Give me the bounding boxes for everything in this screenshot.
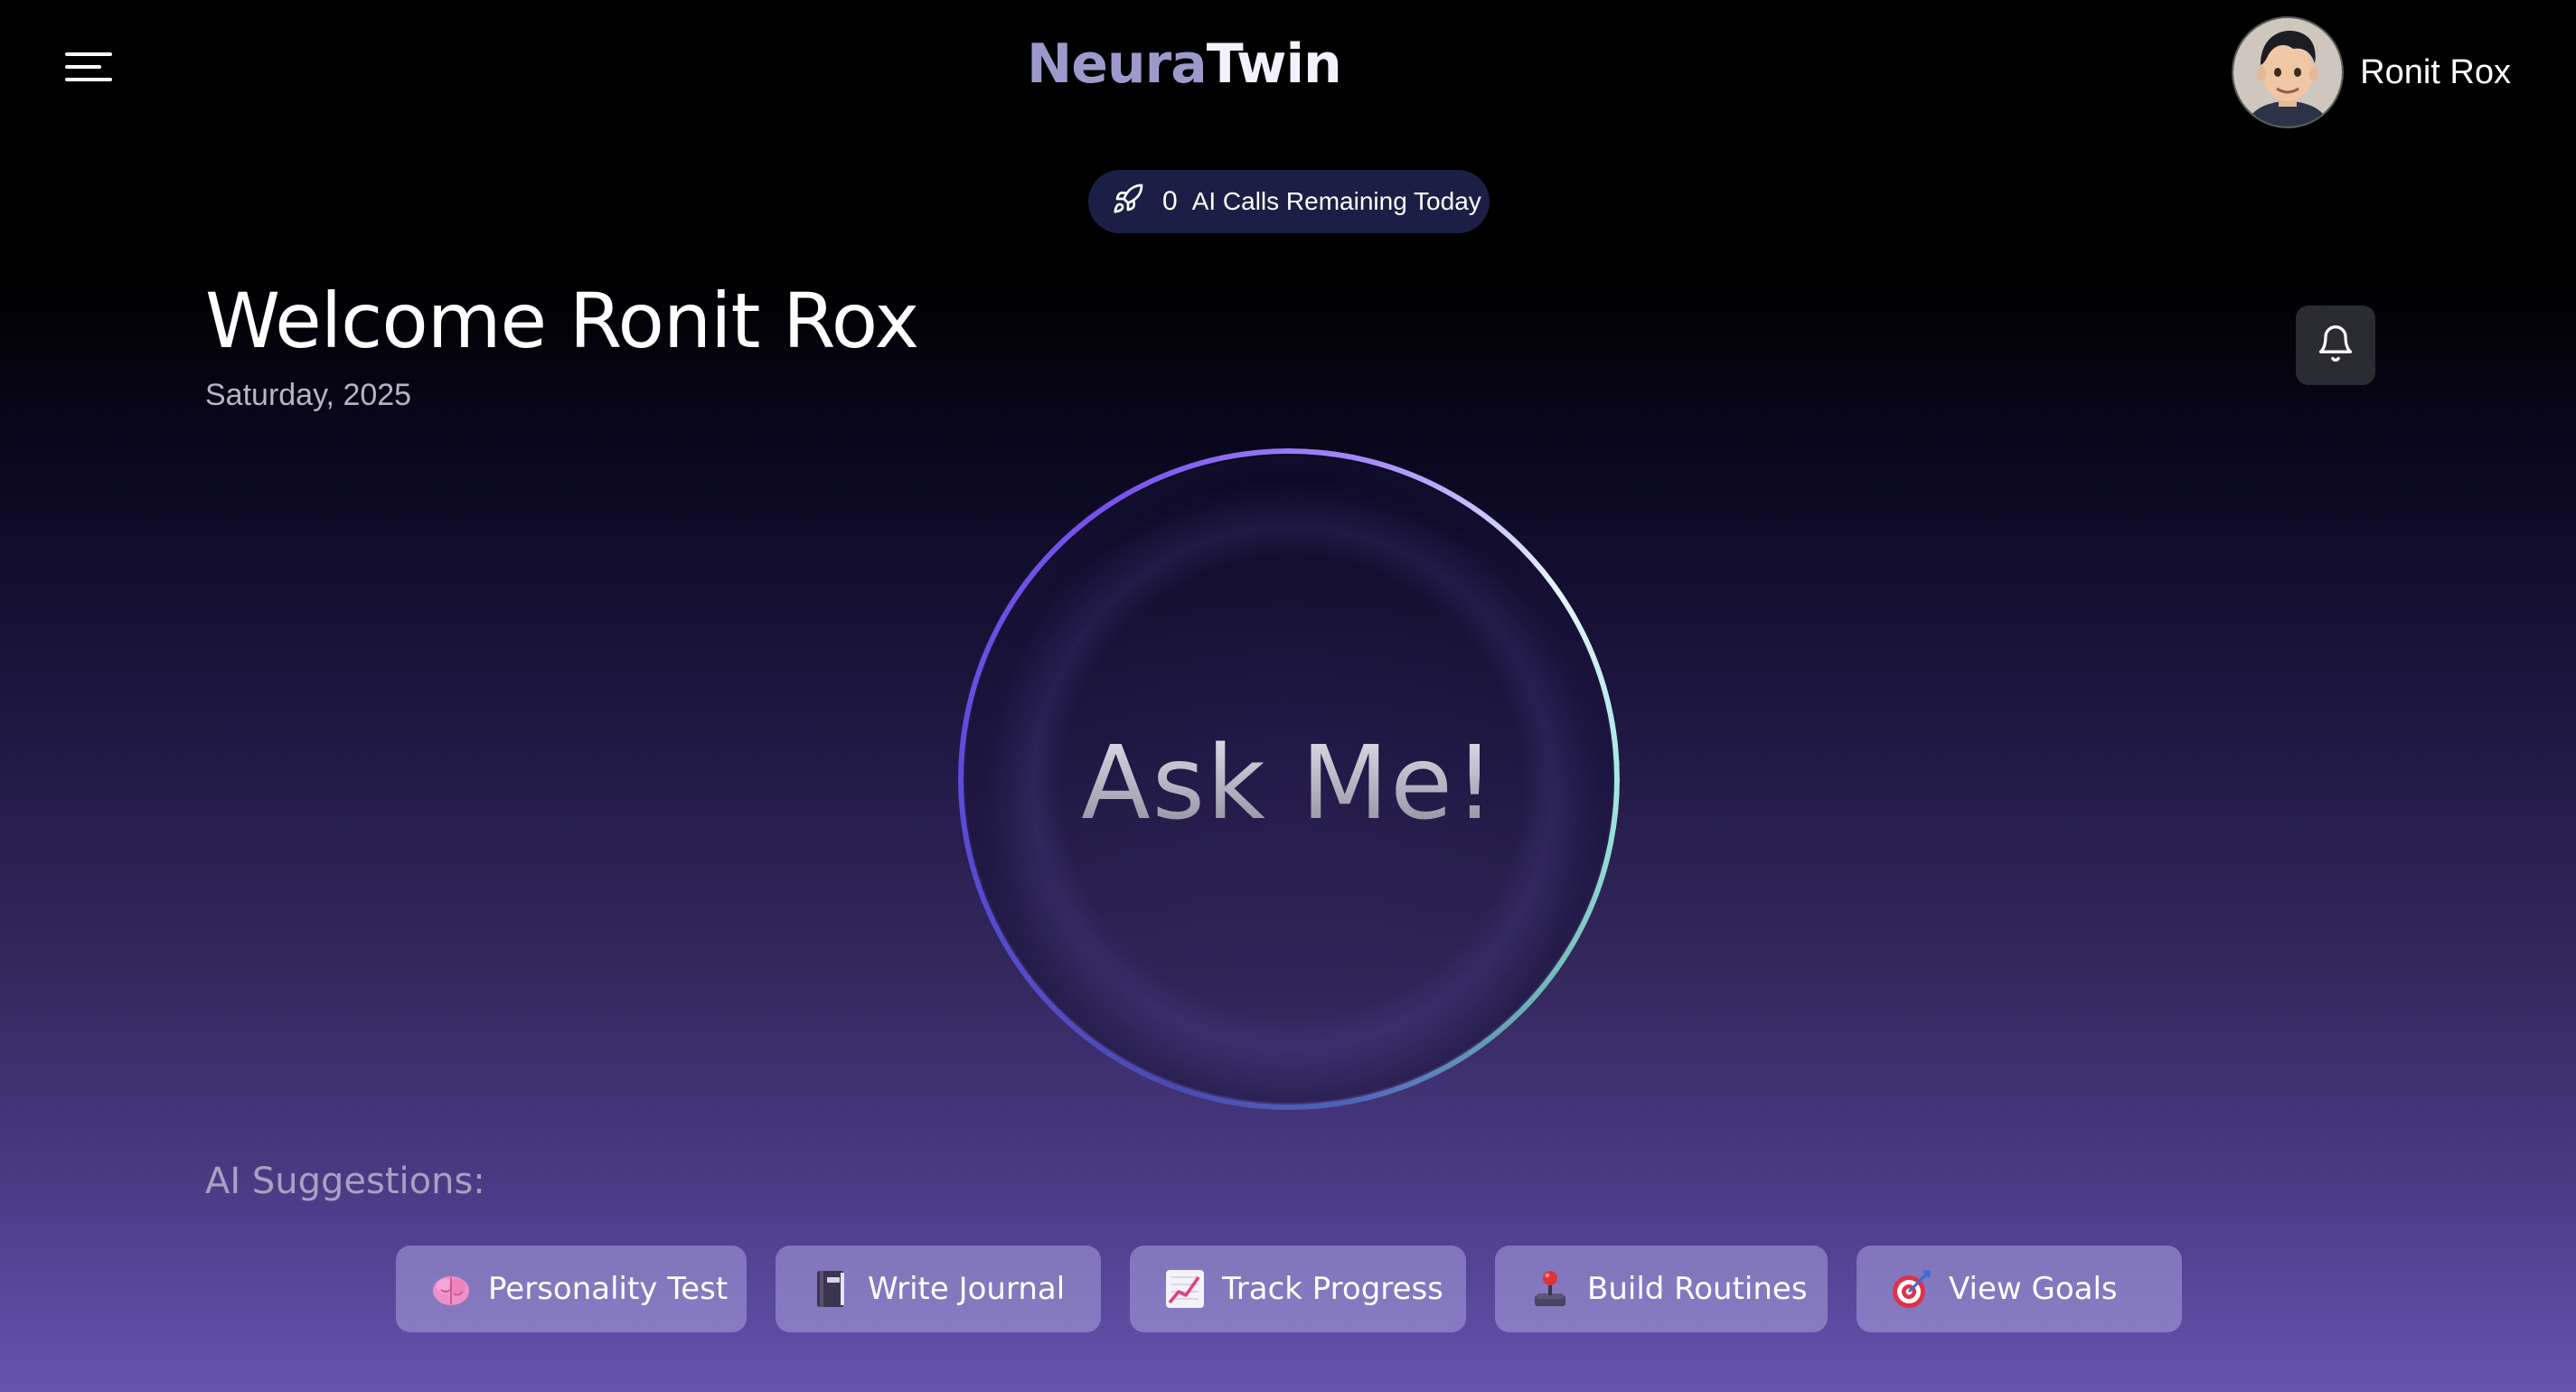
suggestion-personality-test[interactable]: Personality Test xyxy=(396,1246,747,1332)
ask-me-label: Ask Me! xyxy=(958,725,1620,842)
logo-text-twin: Twin xyxy=(1206,33,1342,96)
suggestion-write-journal[interactable]: Write Journal xyxy=(776,1246,1101,1332)
current-date: Saturday, 2025 xyxy=(205,378,412,412)
ai-calls-label: AI Calls Remaining Today xyxy=(1191,187,1481,215)
suggestion-label: Track Progress xyxy=(1222,1271,1443,1307)
suggestion-label: Build Routines xyxy=(1587,1271,1808,1307)
chart-increasing-icon xyxy=(1164,1268,1206,1310)
bell-icon xyxy=(2316,324,2355,368)
home-screen: NeuraTwin Ronit Rox 0 AI Calls Remaining… xyxy=(0,0,2576,1392)
suggestion-build-routines[interactable]: Build Routines xyxy=(1495,1246,1828,1332)
ai-calls-remaining-badge: 0 AI Calls Remaining Today xyxy=(1088,170,1490,233)
welcome-title: Welcome Ronit Rox xyxy=(205,277,919,365)
user-profile[interactable]: Ronit Rox xyxy=(2232,16,2511,128)
user-avatar[interactable] xyxy=(2232,16,2345,128)
ai-suggestions-list: Personality Test Write Journal Track Pro… xyxy=(396,1246,2182,1332)
ask-me-orb-button[interactable]: Ask Me! xyxy=(958,448,1620,1110)
rocket-icon xyxy=(1112,183,1144,221)
suggestion-track-progress[interactable]: Track Progress xyxy=(1130,1246,1466,1332)
ai-calls-count: 0 xyxy=(1162,186,1178,216)
ai-suggestions-title: AI Suggestions: xyxy=(205,1161,485,1202)
suggestion-label: Personality Test xyxy=(488,1271,729,1307)
app-logo: NeuraTwin xyxy=(1027,33,1342,96)
suggestion-label: Write Journal xyxy=(868,1271,1066,1307)
suggestion-view-goals[interactable]: View Goals xyxy=(1857,1246,2182,1332)
brain-icon xyxy=(430,1268,472,1310)
user-name[interactable]: Ronit Rox xyxy=(2360,53,2511,92)
logo-text-neura: Neura xyxy=(1027,33,1208,96)
suggestion-label: View Goals xyxy=(1949,1271,2118,1307)
notifications-button[interactable] xyxy=(2296,306,2375,385)
target-icon xyxy=(1891,1268,1932,1310)
hamburger-menu-icon[interactable] xyxy=(65,51,112,83)
joystick-icon xyxy=(1529,1268,1571,1310)
notebook-icon xyxy=(810,1268,851,1310)
